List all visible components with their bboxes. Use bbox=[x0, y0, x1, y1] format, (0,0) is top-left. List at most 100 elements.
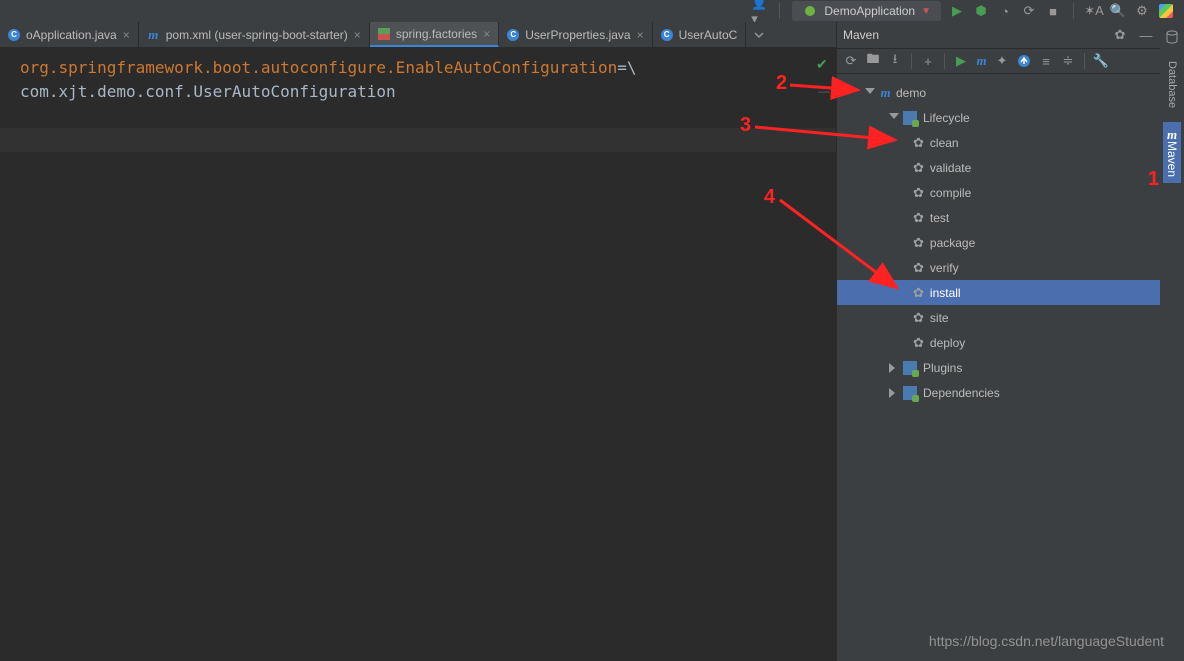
maven-goal-verify[interactable]: ✿ verify bbox=[837, 255, 1160, 280]
shield-icon[interactable] bbox=[1158, 3, 1174, 19]
goal-label: compile bbox=[930, 186, 971, 200]
user-icon[interactable]: 👤▾ bbox=[751, 3, 767, 19]
folder-icon bbox=[903, 361, 917, 375]
properties-icon bbox=[378, 28, 390, 40]
gear-icon: ✿ bbox=[913, 210, 924, 226]
chevron-down-icon bbox=[865, 88, 875, 98]
reimport-icon[interactable]: ⟳ bbox=[843, 53, 859, 69]
gear-icon: ✿ bbox=[913, 185, 924, 201]
gear-icon: ✿ bbox=[913, 335, 924, 351]
close-icon[interactable]: × bbox=[637, 28, 644, 42]
chevron-down-icon bbox=[889, 113, 899, 123]
translate-icon[interactable]: ✶A bbox=[1086, 3, 1102, 19]
profile-icon[interactable]: ⟳ bbox=[1021, 3, 1037, 19]
code-line-2: com.xjt.demo.conf.UserAutoConfiguration bbox=[20, 80, 826, 104]
gear-icon: ✿ bbox=[913, 285, 924, 301]
execute-goal-icon[interactable]: m bbox=[975, 55, 988, 68]
folder-icon bbox=[903, 386, 917, 400]
maven-goal-site[interactable]: ✿ site bbox=[837, 305, 1160, 330]
maven-toolbar: ⟳ 🖿 ⭳ + ▶ m ✦ ≡ ≑ 🔧 bbox=[837, 48, 1160, 74]
maven-goal-validate[interactable]: ✿ validate bbox=[837, 155, 1160, 180]
maven-project-demo[interactable]: m demo bbox=[837, 80, 1160, 105]
maven-goal-compile[interactable]: ✿ compile bbox=[837, 180, 1160, 205]
tab-pom[interactable]: m pom.xml (user-spring-boot-starter) × bbox=[139, 22, 370, 47]
tab-userproperties[interactable]: C UserProperties.java × bbox=[499, 22, 652, 47]
add-icon[interactable]: + bbox=[920, 53, 936, 69]
java-icon: C bbox=[8, 29, 20, 41]
tab-oapplication[interactable]: C oApplication.java × bbox=[0, 22, 139, 47]
maven-goal-deploy[interactable]: ✿ deploy bbox=[837, 330, 1160, 355]
gear-icon: ✿ bbox=[913, 235, 924, 251]
tab-label: UserProperties.java bbox=[525, 28, 630, 42]
database-icon[interactable] bbox=[1165, 30, 1179, 47]
goal-label: install bbox=[930, 286, 961, 300]
toggle-offline-icon[interactable]: ✦ bbox=[994, 53, 1010, 69]
chevron-right-icon bbox=[889, 388, 899, 398]
maven-goal-test[interactable]: ✿ test bbox=[837, 205, 1160, 230]
maven-plugins-folder[interactable]: Plugins bbox=[837, 355, 1160, 380]
tab-label: UserAutoC bbox=[679, 28, 738, 42]
run-config-label: DemoApplication bbox=[824, 4, 915, 18]
dropdown-icon: ▼ bbox=[921, 6, 931, 17]
maven-goal-clean[interactable]: ✿ clean bbox=[837, 130, 1160, 155]
gear-icon[interactable]: ✿ bbox=[1112, 27, 1128, 43]
lifecycle-label: Lifecycle bbox=[923, 111, 970, 125]
editor[interactable]: org.springframework.boot.autoconfigure.E… bbox=[0, 48, 836, 661]
goal-label: site bbox=[930, 311, 949, 325]
tab-label: oApplication.java bbox=[26, 28, 117, 42]
maven-header: Maven ✿ — bbox=[837, 22, 1160, 48]
gear-icon: ✿ bbox=[913, 160, 924, 176]
goal-label: clean bbox=[930, 136, 959, 150]
close-icon[interactable]: × bbox=[483, 27, 490, 41]
maven-icon: m bbox=[147, 28, 160, 41]
maven-goal-install[interactable]: ✿ install bbox=[837, 280, 1160, 305]
run-icon[interactable]: ▶ bbox=[949, 3, 965, 19]
show-deps-icon[interactable]: ≡ bbox=[1038, 53, 1054, 69]
gear-icon: ✿ bbox=[913, 260, 924, 276]
project-label: demo bbox=[896, 86, 926, 100]
more-tabs-icon[interactable] bbox=[746, 22, 772, 47]
tab-userautoc[interactable]: C UserAutoC bbox=[653, 22, 747, 47]
code-line-1: org.springframework.boot.autoconfigure.E… bbox=[20, 56, 826, 80]
collapse-all-icon[interactable]: ≑ bbox=[1060, 53, 1076, 69]
maven-deps-folder[interactable]: Dependencies bbox=[837, 380, 1160, 405]
wrench-icon[interactable]: 🔧 bbox=[1093, 53, 1109, 69]
database-tab[interactable]: Database bbox=[1164, 53, 1180, 116]
run-maven-icon[interactable]: ▶ bbox=[953, 53, 969, 69]
tab-label: pom.xml (user-spring-boot-starter) bbox=[166, 28, 348, 42]
goal-label: test bbox=[930, 211, 949, 225]
goal-label: validate bbox=[930, 161, 971, 175]
gear-icon: ✿ bbox=[913, 310, 924, 326]
coverage-icon[interactable]: ◔ bbox=[997, 3, 1013, 19]
maven-goal-package[interactable]: ✿ package bbox=[837, 230, 1160, 255]
right-tool-stripe: Database m Maven bbox=[1160, 22, 1184, 661]
plugins-label: Plugins bbox=[923, 361, 962, 375]
generate-sources-icon[interactable]: 🖿 bbox=[865, 53, 881, 69]
maven-tool-window: Maven ✿ — ⟳ 🖿 ⭳ + ▶ m ✦ ≡ ≑ 🔧 m demo L bbox=[836, 22, 1160, 661]
hide-icon[interactable]: — bbox=[1138, 27, 1154, 43]
settings-icon[interactable]: ⚙ bbox=[1134, 3, 1150, 19]
gear-icon: ✿ bbox=[913, 135, 924, 151]
search-icon[interactable]: 🔍 bbox=[1110, 3, 1126, 19]
close-icon[interactable]: × bbox=[354, 28, 361, 42]
top-toolbar: 👤▾ DemoApplication ▼ ▶ ⬢ ◔ ⟳ ■ ✶A 🔍 ⚙ bbox=[0, 0, 1184, 22]
java-icon: C bbox=[661, 29, 673, 41]
maven-tree: m demo Lifecycle ✿ clean ✿ validate ✿ co… bbox=[837, 74, 1160, 661]
maven-lifecycle-folder[interactable]: Lifecycle bbox=[837, 105, 1160, 130]
maven-tab[interactable]: m Maven bbox=[1163, 122, 1181, 183]
stop-icon[interactable]: ■ bbox=[1045, 3, 1061, 19]
download-icon[interactable]: ⭳ bbox=[887, 53, 903, 69]
tab-spring-factories[interactable]: spring.factories × bbox=[370, 22, 499, 47]
toggle-skip-tests-icon[interactable] bbox=[1016, 53, 1032, 69]
close-icon[interactable]: × bbox=[123, 28, 130, 42]
goal-label: verify bbox=[930, 261, 959, 275]
goal-label: deploy bbox=[930, 336, 965, 350]
maven-icon: m bbox=[1166, 128, 1179, 141]
deps-label: Dependencies bbox=[923, 386, 1000, 400]
run-config-selector[interactable]: DemoApplication ▼ bbox=[792, 1, 941, 21]
maven-title: Maven bbox=[843, 28, 879, 42]
debug-icon[interactable]: ⬢ bbox=[973, 3, 989, 19]
tab-label: spring.factories bbox=[396, 27, 477, 41]
goal-label: package bbox=[930, 236, 975, 250]
folder-icon bbox=[903, 111, 917, 125]
